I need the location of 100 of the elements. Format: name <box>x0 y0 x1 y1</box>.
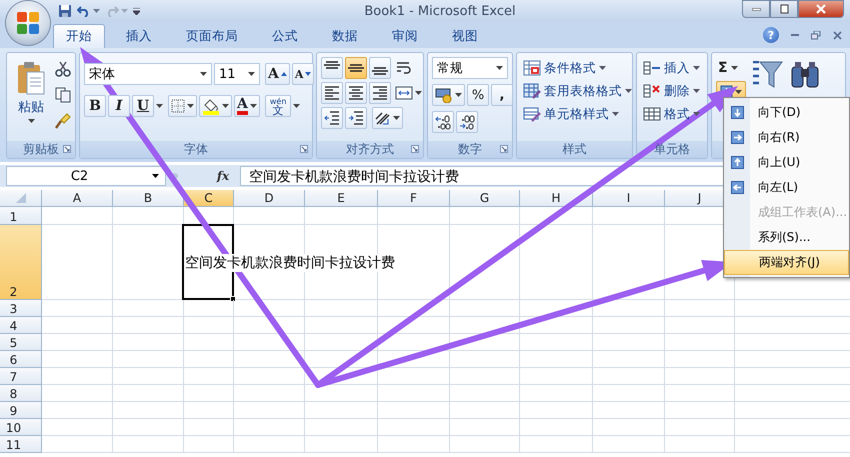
office-button[interactable] <box>16 11 40 35</box>
row-header[interactable]: 9 <box>0 402 42 419</box>
column-header[interactable]: D <box>234 190 305 207</box>
menu-item[interactable]: 向右(R) <box>724 125 849 150</box>
customize-toolbar-button[interactable] <box>133 8 140 14</box>
font-size-field[interactable]: 11 <box>214 63 260 85</box>
group-label: 字体 <box>184 141 208 158</box>
menu-item[interactable]: 两端对齐(J) <box>724 250 849 275</box>
align-middle-icon <box>348 64 364 72</box>
undo-button[interactable] <box>77 5 100 17</box>
save-button[interactable] <box>58 4 72 18</box>
redo-arrow-icon <box>105 5 119 17</box>
caret-icon <box>693 66 700 70</box>
percent-button[interactable]: % <box>467 84 489 106</box>
align-button[interactable] <box>369 82 391 104</box>
row-header[interactable]: 10 <box>0 419 42 436</box>
format-painter-button[interactable] <box>55 111 71 131</box>
insert-function-button[interactable]: fx <box>212 169 234 183</box>
arrow-down-icon <box>730 106 744 119</box>
decrease-decimal-icon <box>459 114 475 130</box>
row-header[interactable]: 2 <box>0 225 42 300</box>
sort-filter-button[interactable] <box>752 61 783 88</box>
ribbon-tab[interactable]: 页面布局 <box>173 24 251 48</box>
decrease-indent-button[interactable] <box>321 107 343 129</box>
bold-button[interactable]: B <box>84 95 106 117</box>
paste-button[interactable]: 粘贴 <box>11 57 51 139</box>
restore-icon <box>779 4 789 14</box>
comma-button[interactable]: , <box>491 84 513 106</box>
row-header[interactable]: 3 <box>0 300 42 317</box>
minimize-icon <box>752 8 760 10</box>
row-header[interactable]: 6 <box>0 351 42 368</box>
close-button[interactable] <box>833 30 842 40</box>
column-header[interactable]: I <box>593 190 665 207</box>
row-header[interactable]: 1 <box>0 207 42 225</box>
cell-format-icon <box>643 106 661 122</box>
column-header[interactable]: F <box>378 190 450 207</box>
cells-menu-button[interactable]: 删除 <box>641 80 702 102</box>
column-header[interactable]: A <box>42 190 113 207</box>
style-menu-button[interactable]: 条件格式 <box>521 57 634 79</box>
menu-item[interactable]: 向下(D) <box>724 100 849 125</box>
currency-button[interactable] <box>432 84 465 106</box>
table-format-icon <box>523 83 541 99</box>
cells-menu-button[interactable]: 格式 <box>641 103 702 125</box>
font-color-button[interactable]: A <box>234 95 260 117</box>
underline-button[interactable]: U <box>132 95 154 117</box>
decrease-decimal-button[interactable] <box>456 111 478 133</box>
close-icon <box>816 4 826 14</box>
number-format-field[interactable]: 常规 <box>432 57 508 79</box>
ribbon-tab[interactable]: 视图 <box>439 24 491 48</box>
align-button[interactable] <box>369 57 391 79</box>
borders-icon <box>171 99 185 113</box>
grow-font-button[interactable]: A <box>265 63 290 85</box>
cells-menu-button[interactable]: 插入 <box>641 57 702 79</box>
align-top-icon <box>324 61 340 69</box>
restore-button[interactable] <box>770 0 798 18</box>
fill-color-button[interactable] <box>199 95 232 117</box>
align-bottom-icon <box>372 67 388 75</box>
ribbon-tab[interactable]: 公式 <box>259 24 311 48</box>
row-header[interactable]: 5 <box>0 334 42 351</box>
insert-cells-icon <box>643 60 661 76</box>
name-box[interactable]: C2 <box>6 166 166 186</box>
italic-button[interactable]: I <box>108 95 130 117</box>
ribbon-tab[interactable]: 开始 <box>53 24 105 48</box>
column-header[interactable]: G <box>450 190 520 207</box>
funnel-icon <box>752 61 783 88</box>
row-header[interactable]: 4 <box>0 317 42 334</box>
caret-icon <box>248 72 255 76</box>
column-header[interactable]: E <box>305 190 378 207</box>
caret-icon <box>187 104 194 108</box>
borders-button[interactable] <box>168 95 197 117</box>
align-button[interactable] <box>321 82 343 104</box>
cut-button[interactable] <box>55 59 71 79</box>
autosum-button[interactable]: Σ <box>716 57 746 79</box>
style-menu-button[interactable]: 单元格样式 <box>521 103 634 125</box>
row-header[interactable]: 7 <box>0 368 42 385</box>
increase-indent-button[interactable] <box>345 107 367 129</box>
ribbon-tab[interactable]: 数据 <box>319 24 371 48</box>
ribbon-tab[interactable]: 插入 <box>113 24 165 48</box>
phonetic-button[interactable]: wén 文 <box>264 95 292 117</box>
ribbon-tab[interactable]: 审阅 <box>379 24 431 48</box>
close-button[interactable] <box>798 0 844 18</box>
row-header[interactable]: 11 <box>0 436 42 453</box>
orientation-button[interactable] <box>372 107 403 129</box>
increase-decimal-icon <box>435 114 451 130</box>
row-header[interactable]: 8 <box>0 385 42 402</box>
paintbrush-icon <box>55 113 71 129</box>
align-button[interactable] <box>345 57 367 79</box>
align-button[interactable] <box>345 82 367 104</box>
caret-icon <box>393 116 400 120</box>
shrink-font-button[interactable]: A <box>292 63 314 85</box>
increase-decimal-button[interactable] <box>432 111 454 133</box>
menu-item[interactable]: 系列(S)... <box>724 225 849 250</box>
style-menu-button[interactable]: 套用表格格式 <box>521 80 634 102</box>
column-header[interactable]: B <box>113 190 184 207</box>
align-button[interactable] <box>321 57 343 79</box>
minimize-icon <box>791 34 799 36</box>
caret-icon <box>735 90 742 94</box>
font-name-field[interactable]: 宋体 <box>84 63 212 85</box>
copy-button[interactable] <box>55 85 71 105</box>
group-label: 剪贴板 <box>23 141 59 158</box>
